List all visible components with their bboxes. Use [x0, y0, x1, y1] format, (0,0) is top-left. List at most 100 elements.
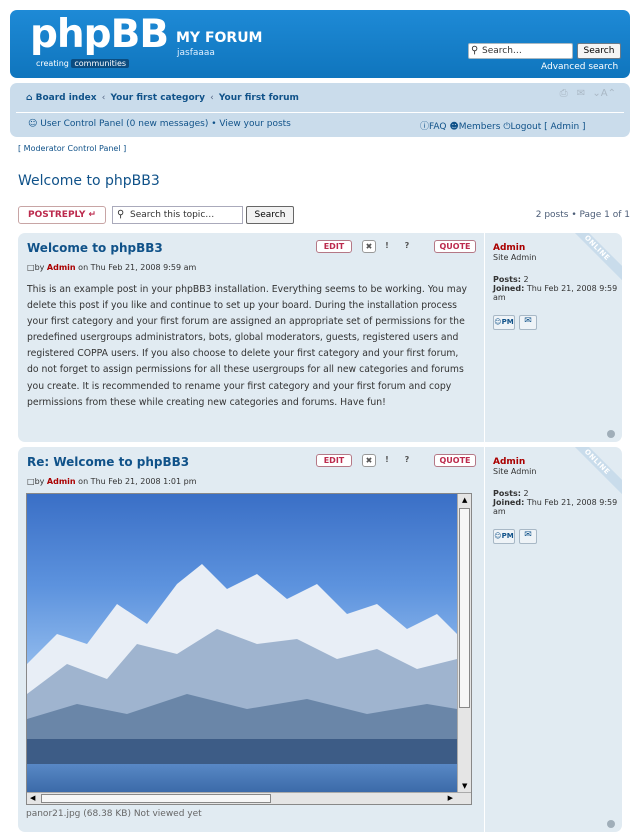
- post-icon: □: [27, 263, 35, 272]
- user-icon: ☺: [28, 119, 38, 129]
- post-content: This is an example post in your phpBB3 i…: [27, 284, 468, 408]
- page-title[interactable]: Welcome to phpBB3: [18, 173, 160, 189]
- view-posts-link[interactable]: View your posts: [219, 119, 290, 129]
- breadcrumb-separator: ‹: [210, 93, 214, 103]
- logout-link[interactable]: Logout [ Admin ]: [510, 122, 585, 132]
- post-icon: □: [27, 477, 35, 486]
- posts-count[interactable]: 2: [523, 275, 528, 284]
- email-icon[interactable]: ✉: [519, 529, 537, 544]
- post-title[interactable]: Re: Welcome to phpBB3: [27, 455, 189, 469]
- faq-link[interactable]: FAQ: [429, 122, 446, 132]
- breadcrumb-forum[interactable]: Your first forum: [219, 93, 299, 103]
- user-links-right: ⓘFAQ ☻Members ⏻Logout [ Admin ]: [420, 119, 586, 132]
- edit-button[interactable]: EDIT: [316, 454, 352, 467]
- header-search-button[interactable]: Search: [577, 43, 621, 59]
- post-author-name[interactable]: Admin: [47, 263, 76, 272]
- site-logo[interactable]: phpBB creating communities: [30, 12, 169, 70]
- info-icon[interactable]: ?: [400, 454, 414, 467]
- joined-label: Joined:: [493, 284, 525, 293]
- font-size-icon[interactable]: ⌄A⌃: [592, 88, 616, 99]
- post-author-line: □by Admin on Thu Feb 21, 2008 1:01 pm: [27, 477, 197, 486]
- ucp-link[interactable]: User Control Panel (0 new messages): [40, 119, 208, 129]
- profile-username[interactable]: Admin: [493, 457, 525, 467]
- scroll-up-icon[interactable]: ▲: [462, 496, 467, 504]
- logo-wordmark: phpBB: [30, 12, 169, 57]
- email-icon[interactable]: ✉: [519, 315, 537, 330]
- joined-label: Joined:: [493, 498, 525, 507]
- back-to-top-icon[interactable]: [607, 430, 615, 438]
- tagline-a: creating: [36, 59, 69, 68]
- advanced-search-link[interactable]: Advanced search: [541, 62, 618, 72]
- profile-stats: Posts: 2 Joined: Thu Feb 21, 2008 9:59 a…: [493, 489, 618, 516]
- posts-label: Posts:: [493, 489, 521, 498]
- tagline-b: communities: [71, 59, 130, 68]
- pm-button[interactable]: ☺PM: [493, 529, 515, 544]
- post-profile: Admin Site Admin Posts: 2 Joined: Thu Fe…: [484, 447, 622, 832]
- scroll-thumb[interactable]: [41, 794, 271, 803]
- report-icon[interactable]: !: [380, 454, 394, 467]
- navbar: ⌂ Board index ‹ Your first category ‹ Yo…: [10, 83, 630, 137]
- mountain-illustration: [27, 564, 457, 764]
- report-icon[interactable]: !: [380, 240, 394, 253]
- vertical-scrollbar[interactable]: ▲ ▼: [457, 494, 471, 804]
- search-icon: ⚲: [471, 45, 479, 56]
- members-icon: ☻: [449, 122, 459, 132]
- breadcrumb-board-index[interactable]: Board index: [36, 93, 97, 103]
- quote-button[interactable]: QUOTE: [434, 240, 476, 253]
- print-icon[interactable]: ⎙: [560, 88, 568, 99]
- post-date: on Thu Feb 21, 2008 9:59 am: [78, 263, 197, 272]
- logo-tagline: creating communities: [36, 59, 130, 68]
- attached-image[interactable]: ▲ ▼ ◀ ▶: [26, 493, 472, 805]
- post: Re: Welcome to phpBB3 □by Admin on Thu F…: [18, 447, 622, 832]
- profile-username[interactable]: Admin: [493, 243, 525, 253]
- horizontal-scrollbar[interactable]: ◀ ▶: [27, 792, 471, 804]
- post-reply-button[interactable]: POSTREPLY ↵: [18, 206, 106, 224]
- attachment-caption: panor21.jpg (68.38 KB) Not viewed yet: [26, 809, 202, 819]
- post-author-name[interactable]: Admin: [47, 477, 76, 486]
- topic-search-button[interactable]: Search: [246, 206, 294, 224]
- breadcrumb: ⌂ Board index ‹ Your first category ‹ Yo…: [26, 93, 299, 103]
- profile-stats: Posts: 2 Joined: Thu Feb 21, 2008 9:59 a…: [493, 275, 618, 302]
- by-label: by: [34, 477, 45, 486]
- pagination: 2 posts • Page 1 of 1: [535, 210, 630, 220]
- pm-button[interactable]: ☺PM: [493, 315, 515, 330]
- nav-tools: ⎙ ✉ ⌄A⌃: [560, 88, 616, 99]
- post-profile: Admin Site Admin Posts: 2 Joined: Thu Fe…: [484, 233, 622, 442]
- scroll-down-icon[interactable]: ▼: [462, 782, 467, 790]
- breadcrumb-separator: ‹: [101, 93, 106, 103]
- home-icon: ⌂: [26, 93, 33, 103]
- post: Welcome to phpBB3 □by Admin on Thu Feb 2…: [18, 233, 622, 442]
- header-search-input[interactable]: ⚲ Search…: [468, 43, 573, 59]
- breadcrumb-category[interactable]: Your first category: [110, 93, 205, 103]
- pm-label: PM: [501, 318, 514, 326]
- post-date: on Thu Feb 21, 2008 1:01 pm: [78, 477, 197, 486]
- search-icon: ⚲: [117, 209, 125, 220]
- members-link[interactable]: Members: [459, 122, 501, 132]
- navbar-divider: [16, 112, 624, 113]
- post-author-line: □by Admin on Thu Feb 21, 2008 9:59 am: [27, 263, 196, 272]
- faq-icon: ⓘ: [420, 122, 430, 132]
- profile-rank: Site Admin: [493, 467, 537, 476]
- site-title: MY FORUM: [176, 30, 263, 46]
- scroll-right-icon[interactable]: ▶: [448, 794, 453, 802]
- moderator-cp-link[interactable]: [ Moderator Control Panel ]: [18, 144, 126, 153]
- site-description: jasfaaaa: [177, 48, 215, 58]
- post-title[interactable]: Welcome to phpBB3: [27, 241, 163, 255]
- quote-button[interactable]: QUOTE: [434, 454, 476, 467]
- post-buttons: EDIT ✖ ! ? QUOTE: [316, 238, 476, 256]
- search-placeholder: Search…: [482, 46, 522, 56]
- topic-search-placeholder: Search this topic…: [130, 210, 215, 220]
- scroll-thumb[interactable]: [459, 508, 470, 708]
- delete-icon[interactable]: ✖: [362, 240, 376, 253]
- posts-label: Posts:: [493, 275, 521, 284]
- email-topic-icon[interactable]: ✉: [577, 88, 585, 99]
- info-icon[interactable]: ?: [400, 240, 414, 253]
- posts-count[interactable]: 2: [523, 489, 528, 498]
- reply-arrow-icon: ↵: [88, 210, 97, 220]
- delete-icon[interactable]: ✖: [362, 454, 376, 467]
- back-to-top-icon[interactable]: [607, 820, 615, 828]
- edit-button[interactable]: EDIT: [316, 240, 352, 253]
- scroll-left-icon[interactable]: ◀: [30, 794, 35, 802]
- user-links: ☺ User Control Panel (0 new messages) • …: [28, 119, 586, 132]
- topic-search-input[interactable]: ⚲ Search this topic…: [112, 206, 243, 224]
